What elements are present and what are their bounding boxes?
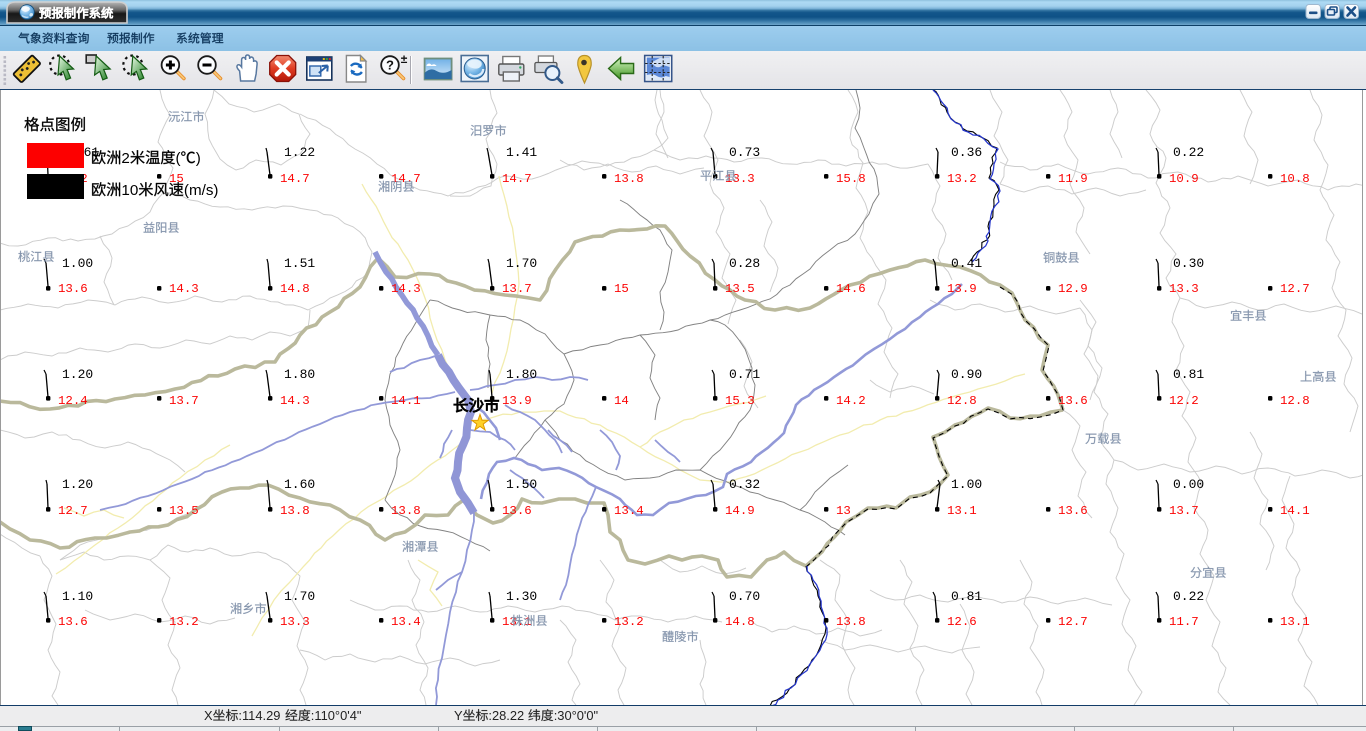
svg-text:13.8: 13.8 — [391, 504, 421, 518]
svg-text:10.8: 10.8 — [1280, 172, 1310, 186]
svg-text:13.9: 13.9 — [947, 282, 977, 296]
svg-text:13.1: 13.1 — [947, 504, 977, 518]
svg-text:1.00: 1.00 — [62, 256, 93, 271]
svg-text:13.8: 13.8 — [280, 504, 310, 518]
svg-text:13.9: 13.9 — [502, 394, 532, 408]
svg-text:2: 2 — [121, 150, 129, 167]
svg-text:0.41: 0.41 — [951, 256, 982, 271]
svg-text:14: 14 — [614, 394, 629, 408]
svg-text:0.73: 0.73 — [729, 145, 760, 160]
svg-text:13.5: 13.5 — [725, 282, 755, 296]
svg-text:13: 13 — [836, 504, 851, 518]
svg-text:0.22: 0.22 — [1173, 145, 1204, 160]
svg-text:13.6: 13.6 — [1058, 394, 1088, 408]
svg-text:11.7: 11.7 — [1169, 615, 1199, 629]
svg-text:14.2: 14.2 — [836, 394, 866, 408]
svg-text:14.8: 14.8 — [280, 282, 310, 296]
svg-text:1.22: 1.22 — [284, 145, 315, 160]
svg-text:13.6: 13.6 — [502, 504, 532, 518]
svg-text:1.70: 1.70 — [506, 256, 537, 271]
svg-text:0.71: 0.71 — [729, 367, 760, 382]
svg-text:13.3: 13.3 — [1169, 282, 1199, 296]
svg-text:14.3: 14.3 — [280, 394, 310, 408]
svg-text:1.70: 1.70 — [284, 589, 315, 604]
svg-text:14.7: 14.7 — [280, 172, 310, 186]
svg-text:14.6: 14.6 — [836, 282, 866, 296]
svg-text:12.6: 12.6 — [947, 615, 977, 629]
svg-text:0.32: 0.32 — [729, 477, 760, 492]
svg-text:0.90: 0.90 — [951, 367, 982, 382]
svg-text::110°0'4": :110°0'4" — [311, 708, 362, 723]
svg-text:0.81: 0.81 — [1173, 367, 1204, 382]
svg-text:12.9: 12.9 — [1058, 282, 1088, 296]
svg-text:12.7: 12.7 — [58, 504, 88, 518]
svg-text:15.8: 15.8 — [836, 172, 866, 186]
svg-text:13.7: 13.7 — [502, 282, 532, 296]
svg-text:1.41: 1.41 — [506, 145, 537, 160]
svg-text:15.3: 15.3 — [725, 394, 755, 408]
svg-text:1.80: 1.80 — [506, 367, 537, 382]
svg-text:12.7: 12.7 — [1058, 615, 1088, 629]
svg-text:1.60: 1.60 — [284, 477, 315, 492]
svg-text:13.2: 13.2 — [614, 615, 644, 629]
svg-text:14.1: 14.1 — [391, 394, 421, 408]
svg-text:13.6: 13.6 — [58, 615, 88, 629]
svg-text:11.9: 11.9 — [1058, 172, 1088, 186]
svg-text:0.36: 0.36 — [951, 145, 982, 160]
svg-text:±: ± — [401, 52, 408, 66]
svg-text:14.3: 14.3 — [391, 282, 421, 296]
svg-text:13.3: 13.3 — [280, 615, 310, 629]
svg-text:13.7: 13.7 — [169, 394, 199, 408]
svg-text:13.6: 13.6 — [58, 282, 88, 296]
svg-text:12.8: 12.8 — [1280, 394, 1310, 408]
svg-text:0.28: 0.28 — [729, 256, 760, 271]
svg-text:13.7: 13.7 — [1169, 504, 1199, 518]
svg-text:?: ? — [386, 58, 394, 73]
svg-text:X: X — [204, 708, 213, 723]
svg-text:10: 10 — [121, 182, 138, 199]
svg-text:0.00: 0.00 — [1173, 477, 1204, 492]
svg-text:14.8: 14.8 — [725, 615, 755, 629]
svg-text:13.5: 13.5 — [169, 504, 199, 518]
svg-text::28.22: :28.22 — [488, 708, 524, 723]
svg-text:14.1: 14.1 — [1280, 504, 1310, 518]
svg-text:13.8: 13.8 — [614, 172, 644, 186]
svg-text:1.20: 1.20 — [62, 477, 93, 492]
svg-text:13.4: 13.4 — [614, 504, 644, 518]
svg-text:13.8: 13.8 — [836, 615, 866, 629]
svg-text:12.2: 12.2 — [1169, 394, 1199, 408]
svg-text:(: ( — [176, 150, 181, 167]
svg-text:0.70: 0.70 — [729, 589, 760, 604]
svg-text:(m/s): (m/s) — [184, 182, 219, 199]
svg-text:1.50: 1.50 — [506, 477, 537, 492]
svg-text::30°0'0": :30°0'0" — [554, 708, 599, 723]
svg-text:1.51: 1.51 — [284, 256, 315, 271]
svg-text:1.00: 1.00 — [951, 477, 982, 492]
svg-text:): ) — [196, 150, 201, 167]
svg-text:14.7: 14.7 — [502, 172, 532, 186]
svg-text:1.30: 1.30 — [506, 589, 537, 604]
svg-text:15: 15 — [614, 282, 629, 296]
svg-text:13.1: 13.1 — [1280, 615, 1310, 629]
svg-text:1.20: 1.20 — [62, 367, 93, 382]
svg-text::114.29: :114.29 — [238, 708, 280, 723]
svg-text:1.80: 1.80 — [284, 367, 315, 382]
svg-text:0.22: 0.22 — [1173, 589, 1204, 604]
svg-text:12.7: 12.7 — [1280, 282, 1310, 296]
svg-text:0.30: 0.30 — [1173, 256, 1204, 271]
svg-text:13.2: 13.2 — [169, 615, 199, 629]
svg-text:13.3: 13.3 — [725, 172, 755, 186]
svg-text:14.3: 14.3 — [169, 282, 199, 296]
svg-text:12.8: 12.8 — [947, 394, 977, 408]
svg-text:12.4: 12.4 — [58, 394, 88, 408]
svg-text:1.10: 1.10 — [62, 589, 93, 604]
svg-text:Y: Y — [454, 708, 463, 723]
svg-text:14.9: 14.9 — [725, 504, 755, 518]
svg-text:10.9: 10.9 — [1169, 172, 1199, 186]
svg-text:13.2: 13.2 — [947, 172, 977, 186]
svg-text:13.4: 13.4 — [391, 615, 421, 629]
svg-text:0.81: 0.81 — [951, 589, 982, 604]
svg-text:13.6: 13.6 — [1058, 504, 1088, 518]
